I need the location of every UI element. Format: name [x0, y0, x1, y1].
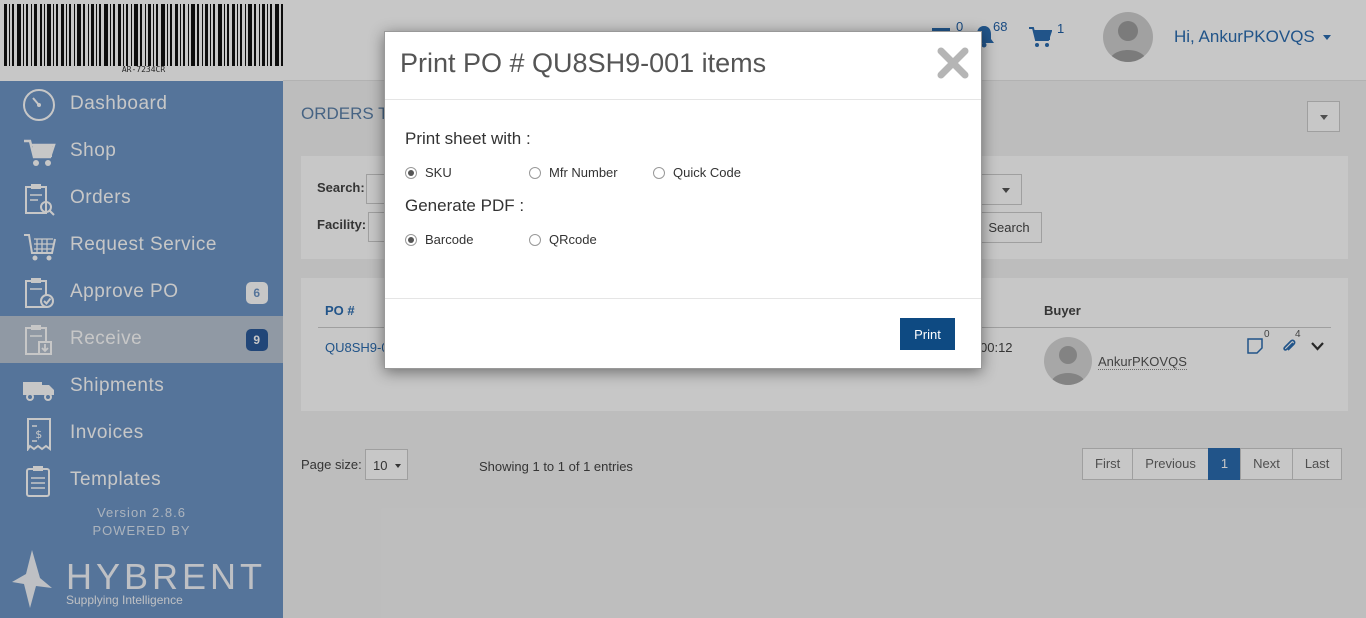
print-with-label: Print sheet with : [405, 129, 531, 148]
modal-header-divider [385, 99, 981, 100]
generate-pdf-label: Generate PDF : [405, 196, 525, 215]
modal-title: Print PO # QU8SH9-001 items [400, 48, 767, 78]
print-button[interactable]: Print [900, 318, 955, 350]
radio-qrcode[interactable]: QRcode [529, 232, 597, 247]
radio-qrcode-label: QRcode [549, 232, 597, 247]
close-icon[interactable] [936, 46, 970, 80]
radio-quick-code[interactable]: Quick Code [653, 165, 741, 180]
radio-barcode-label: Barcode [425, 232, 474, 247]
radio-sku-label: SKU [425, 165, 452, 180]
radio-mfr-number-indicator[interactable] [529, 166, 541, 179]
radio-sku[interactable]: SKU [405, 165, 452, 180]
radio-mfr-number-label: Mfr Number [549, 165, 618, 180]
radio-mfr-number[interactable]: Mfr Number [529, 165, 618, 180]
radio-barcode-indicator[interactable] [405, 233, 417, 246]
radio-qrcode-indicator[interactable] [529, 233, 541, 246]
radio-sku-indicator[interactable] [405, 166, 417, 179]
radio-quick-code-indicator[interactable] [653, 166, 665, 179]
print-po-modal: Print PO # QU8SH9-001 items Print sheet … [384, 31, 982, 369]
modal-footer-divider [385, 298, 981, 299]
radio-quick-code-label: Quick Code [673, 165, 741, 180]
radio-barcode[interactable]: Barcode [405, 232, 473, 247]
